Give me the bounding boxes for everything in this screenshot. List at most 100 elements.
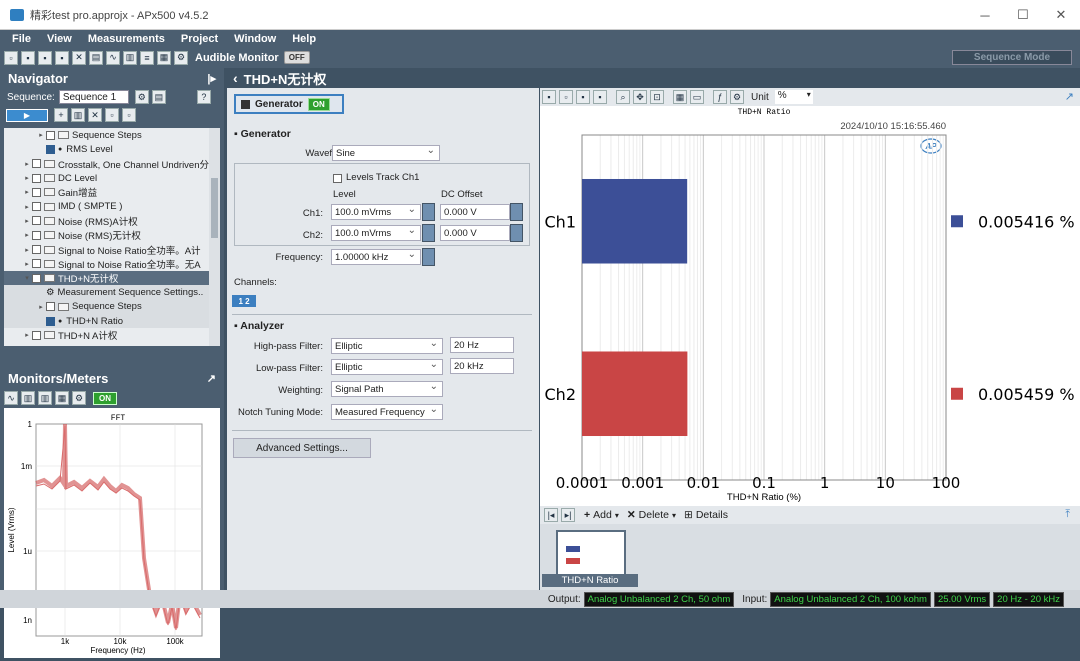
waveform-select[interactable]: Sine [332,145,440,161]
report-icon[interactable]: ▤ [89,50,103,65]
graph-settings-icon[interactable]: ⚙ [730,90,744,104]
generator-button[interactable]: Generator ON [234,94,344,114]
list-icon[interactable]: ≡ [140,50,154,65]
ch1-level-spinner[interactable] [422,203,435,221]
maximize-button[interactable]: ☐ [1004,0,1042,30]
input-status[interactable]: Analog Unbalanced 2 Ch, 100 kohm [770,591,931,607]
save-all-icon[interactable]: ▪ [55,50,69,65]
add-measurement-icon[interactable]: ▥ [71,108,85,122]
tree-item[interactable]: ▸ Gain增益 [4,185,209,199]
save-icon[interactable]: ▪ [38,50,52,65]
tree-item[interactable]: ▸ Sequence Steps [4,299,209,314]
new-file-icon[interactable]: ▫ [4,50,18,65]
expand-icon[interactable]: ⤒ [1065,508,1070,521]
graph-copy-icon[interactable]: ▫ [559,90,573,104]
ch1-dc-input[interactable]: 0.000 V [440,204,510,220]
add-icon[interactable]: + [584,509,590,521]
tree-checkbox[interactable] [32,216,41,226]
chevron-right-icon[interactable]: ▸ [22,231,32,239]
tree-item[interactable]: ▸ Crosstalk, One Channel Undriven分 [4,157,209,171]
weighting-select[interactable]: Signal Path [331,381,443,397]
scrollbar-thumb[interactable] [211,178,218,238]
tree-item[interactable]: ● THD+N Ratio [4,313,209,329]
audible-monitor-toggle[interactable]: OFF [283,51,310,64]
signal-icon[interactable]: ∿ [106,50,120,65]
tree-item[interactable]: ▸ Sequence Steps [4,128,209,142]
pin-icon[interactable]: |▸ [207,72,216,85]
lp-filter-select[interactable]: Elliptic [331,359,443,375]
hp-filter-select[interactable]: Elliptic [331,338,443,354]
tree-item[interactable]: ▾ THD+N无计权 [4,270,209,286]
pan-icon[interactable]: ✥ [633,90,647,104]
tree-item[interactable]: ▸ Signal to Noise Ratio全功率。无A [4,257,209,271]
tree-checkbox[interactable] [31,159,41,169]
sequence-select[interactable]: Sequence 1 [58,90,129,104]
chevron-right-icon[interactable]: ▸ [36,131,46,139]
graph-print-icon[interactable]: ▪ [576,90,590,104]
chevron-right-icon[interactable]: ▸ [22,246,32,254]
ch2-dc-spinner[interactable] [510,224,523,242]
tree-item[interactable]: ▸ Noise (RMS)无计权 [4,228,209,242]
notch-select[interactable]: Measured Frequency [331,404,443,420]
chevron-down-icon[interactable]: ▾ [672,511,676,520]
ch1-level-input[interactable]: 100.0 mVrms [331,204,421,220]
paste-icon[interactable]: ▫ [122,108,136,122]
delete-button[interactable]: Delete [639,509,669,521]
scope-icon[interactable]: ∿ [4,391,18,405]
chevron-right-icon[interactable]: ▸ [22,260,32,268]
chevron-right-icon[interactable]: ▸ [22,160,32,168]
back-icon[interactable]: ‹ [233,70,238,86]
tree-checkbox[interactable] [32,173,41,183]
graph-export-icon[interactable]: ▪ [593,90,607,104]
chevron-right-icon[interactable]: ▸ [22,188,32,196]
tree-item[interactable]: ▸ DC Level [4,171,209,185]
tree-checkbox[interactable] [46,316,55,326]
bar-graph-icon[interactable]: ▥ [123,50,137,65]
tree-item[interactable]: ▸ Noise (RMS)A计权 [4,214,209,228]
lp-freq-input[interactable]: 20 kHz [450,358,514,374]
fft-icon[interactable]: ▥ [21,391,35,405]
table-icon[interactable]: ▦ [673,90,687,104]
popout-icon[interactable]: ↗ [207,372,216,385]
chevron-right-icon[interactable]: ▸ [22,331,32,339]
levels-track-checkbox[interactable] [333,174,342,183]
bar-icon[interactable]: ▥ [38,391,52,405]
monitors-on-toggle[interactable]: ON [93,391,117,405]
chevron-right-icon[interactable]: ▸ [36,303,46,311]
first-icon[interactable]: |◂ [544,508,558,522]
tree-checkbox[interactable] [32,202,41,212]
tree-checkbox[interactable] [46,130,55,140]
fit-icon[interactable]: ⊡ [650,90,664,104]
tree-checkbox[interactable] [32,245,41,255]
open-folder-icon[interactable]: ▪ [21,50,35,65]
details-icon[interactable]: ⊞ [684,509,693,521]
tree-item[interactable]: ⚙ Measurement Sequence Settings.. [4,285,209,300]
tree-item[interactable]: ▸ THD+N A计权 [4,328,209,342]
chevron-right-icon[interactable]: ▸ [22,174,32,182]
navigator-scrollbar[interactable] [209,128,220,346]
run-sequence-button[interactable]: ▶ [6,108,48,122]
ch2-level-input[interactable]: 100.0 mVrms [331,225,421,241]
sequence-settings-icon[interactable]: ⚙ [134,90,149,104]
graph-popout-icon[interactable]: ↗ [1065,90,1074,103]
tree-checkbox[interactable] [32,259,41,269]
sequence-mode-button[interactable]: Sequence Mode [952,50,1072,65]
close-project-icon[interactable]: ✕ [72,50,86,65]
channels-selector[interactable]: 1 2 [232,295,256,307]
chevron-right-icon[interactable]: ▸ [22,203,32,211]
chevron-down-icon[interactable]: ▾ [615,511,619,520]
tree-item[interactable]: ● RMS Level [4,142,209,156]
ch2-level-spinner[interactable] [422,224,435,242]
add-button[interactable]: Add [593,509,612,521]
ch2-dc-input[interactable]: 0.000 V [440,225,510,241]
tree-checkbox[interactable] [32,187,41,197]
close-button[interactable]: ✕ [1042,0,1080,30]
monitor-settings-icon[interactable]: ⚙ [72,391,86,405]
advanced-settings-button[interactable]: Advanced Settings... [233,438,371,458]
menu-project[interactable]: Project [181,33,218,45]
frequency-spinner[interactable] [422,248,435,266]
meters-icon[interactable]: ▦ [157,50,171,65]
help-icon[interactable]: ? [196,90,211,104]
copy-icon[interactable]: ▫ [105,108,119,122]
delete-icon[interactable]: ✕ [627,509,636,521]
